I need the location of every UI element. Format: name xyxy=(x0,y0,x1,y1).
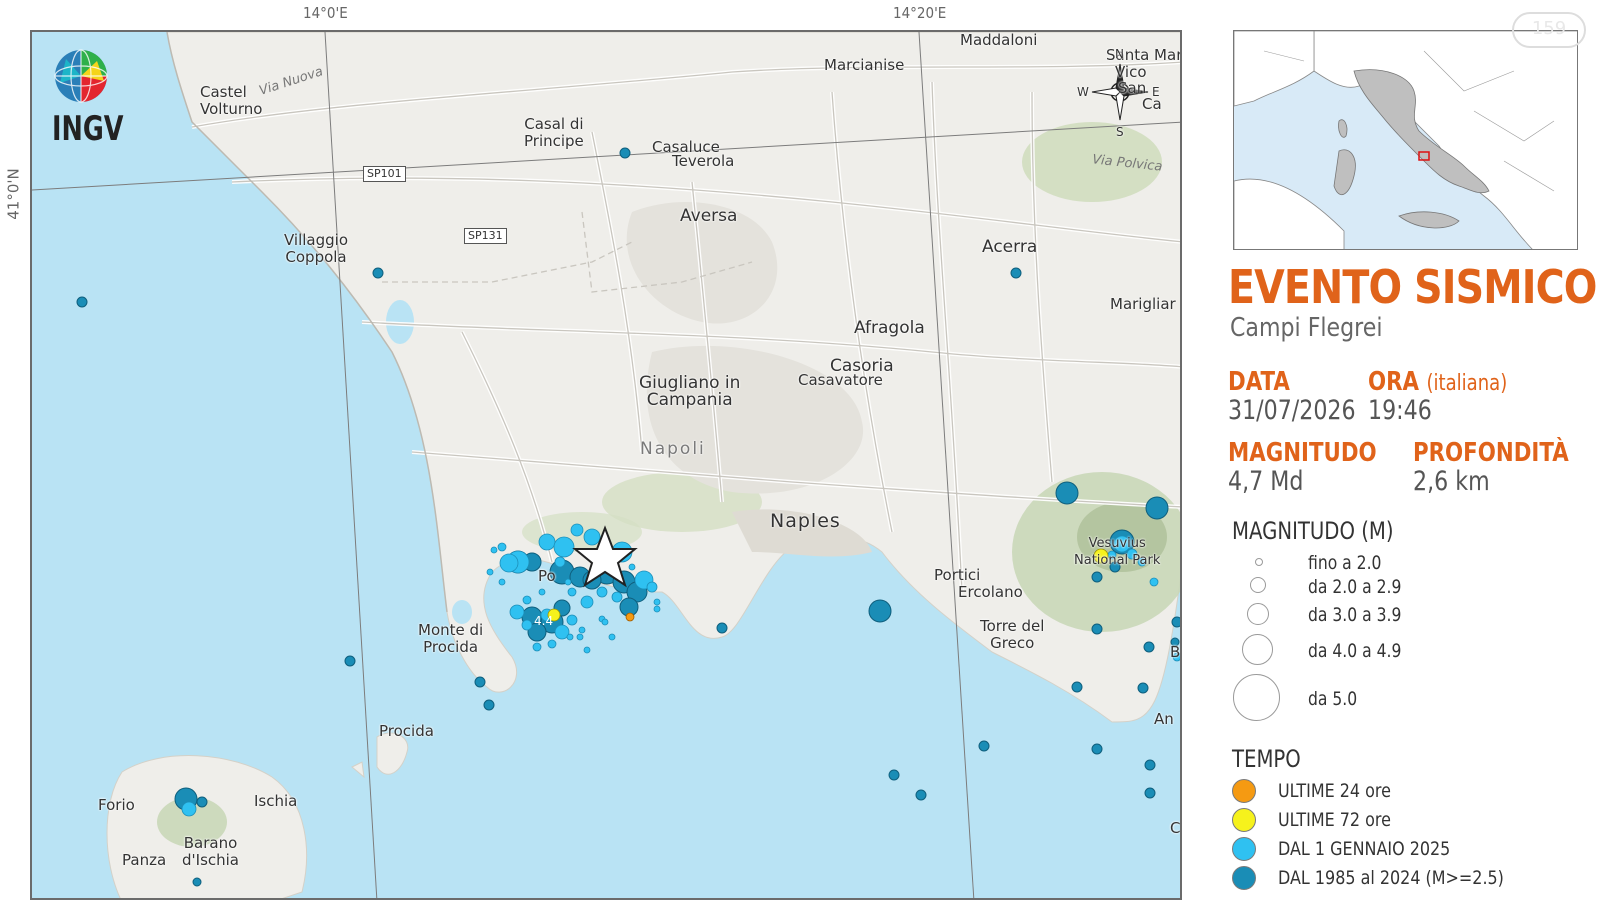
date-label: DATA xyxy=(1228,367,1290,397)
magnitude-class-label: da 3.0 a 3.9 xyxy=(1308,604,1402,626)
events-24h xyxy=(625,612,635,622)
date-block: DATA 31/07/2026 xyxy=(1228,367,1356,426)
compass-n-label: N xyxy=(1115,47,1124,61)
label-marigliano: Marigliar xyxy=(1110,295,1176,313)
label-barano: Barano d'Ischia xyxy=(182,834,239,869)
magnitude-class-label: da 4.0 a 4.9 xyxy=(1308,640,1402,662)
label-torre-del-greco: Torre del Greco xyxy=(980,617,1045,652)
depth-label: PROFONDITÀ xyxy=(1413,438,1569,468)
time-value: 19:46 xyxy=(1368,395,1432,426)
time-class-label: DAL 1985 al 2024 (M>=2.5) xyxy=(1278,867,1504,889)
seismic-map[interactable]: Castel Volturno Via Nuova Casal di Princ… xyxy=(30,30,1182,900)
magnitude-class-4: da 4.0 a 4.9 xyxy=(1228,633,1588,673)
time-swatch xyxy=(1232,808,1256,832)
lon-label-14-0: 14°0'E xyxy=(303,4,348,22)
compass-s-label: S xyxy=(1116,125,1124,139)
label-vesuvius: Vesuvius National Park xyxy=(1074,536,1161,568)
label-acerra: Acerra xyxy=(982,237,1038,257)
label-naples: Naples xyxy=(770,510,841,532)
label-b: B xyxy=(1170,643,1181,661)
magnitude-value: 4,7 Md xyxy=(1228,466,1304,497)
inset-locator-map xyxy=(1233,30,1578,250)
globe-icon xyxy=(54,49,108,103)
time-class-24h: ULTIME 24 ore xyxy=(1232,777,1592,805)
label-monte-di-procida: Monte di Procida xyxy=(418,621,484,656)
ingv-logo[interactable]: INGV xyxy=(52,47,124,157)
magnitude-symbol xyxy=(1247,603,1269,625)
label-casavatore: Casavatore xyxy=(798,371,883,389)
label-napoli: Napoli xyxy=(640,439,706,459)
label-ischia: Ischia xyxy=(254,792,298,810)
label-procida: Procida xyxy=(379,722,434,740)
map-canvas xyxy=(32,32,1180,898)
event-info-panel: EVENTO SISMICO Campi Flegrei DATA 31/07/… xyxy=(1228,255,1597,900)
label-aversa: Aversa xyxy=(680,206,738,226)
magnitude-legend-title: MAGNITUDO (M) xyxy=(1232,517,1394,545)
label-afragola: Afragola xyxy=(854,318,925,338)
event-title: EVENTO SISMICO xyxy=(1228,260,1597,314)
road-badge-sp131: SP131 xyxy=(464,228,507,244)
time-legend-title: TEMPO xyxy=(1232,745,1301,773)
time-label: ORA (italiana) xyxy=(1368,367,1508,397)
watermark-logo: 159 xyxy=(1512,12,1586,48)
label-c: C xyxy=(1170,819,1181,837)
label-panza: Panza xyxy=(122,851,167,869)
magnitude-class-label: da 2.0 a 2.9 xyxy=(1308,576,1402,598)
time-block: ORA (italiana) 19:46 xyxy=(1368,367,1507,426)
time-swatch xyxy=(1232,779,1256,803)
magnitude-class-label: fino a 2.0 xyxy=(1308,552,1382,574)
time-class-label: ULTIME 24 ore xyxy=(1278,780,1391,802)
time-note: (italiana) xyxy=(1426,371,1508,396)
magnitude-symbol xyxy=(1242,634,1273,665)
date-value: 31/07/2026 xyxy=(1228,395,1356,426)
event-magnitude-label: 4.4 xyxy=(534,614,554,628)
time-swatch xyxy=(1232,837,1256,861)
magnitude-block: MAGNITUDO 4,7 Md xyxy=(1228,438,1377,497)
event-area: Campi Flegrei xyxy=(1230,313,1383,343)
inset-map-canvas xyxy=(1234,31,1577,249)
magnitude-class-label: da 5.0 xyxy=(1308,688,1358,710)
label-forio: Forio xyxy=(98,796,135,814)
magnitude-symbol xyxy=(1250,577,1266,593)
label-an: An xyxy=(1154,710,1174,728)
time-swatch xyxy=(1232,866,1256,890)
ingv-logo-text: INGV xyxy=(52,109,124,149)
label-casal-di-principe: Casal di Principe xyxy=(524,115,584,150)
time-class-1985-2024: DAL 1985 al 2024 (M>=2.5) xyxy=(1232,864,1592,892)
road-badge-sp101: SP101 xyxy=(363,166,406,182)
label-castel-volturno: Castel Volturno xyxy=(200,83,263,118)
magnitude-class-5: da 5.0 xyxy=(1228,674,1588,721)
magnitude-label: MAGNITUDO xyxy=(1228,438,1377,468)
depth-value: 2,6 km xyxy=(1413,466,1490,497)
compass-w-label: W xyxy=(1077,85,1089,99)
label-villaggio-coppola: Villaggio Coppola xyxy=(284,231,349,266)
lon-label-14-20: 14°20'E xyxy=(893,4,947,22)
magnitude-symbol xyxy=(1233,674,1280,721)
label-portici: Portici xyxy=(934,566,981,584)
time-class-label: ULTIME 72 ore xyxy=(1278,809,1391,831)
compass-e-label: E xyxy=(1152,85,1160,99)
lat-label-41-0: 41°0'N xyxy=(4,168,23,220)
magnitude-symbol xyxy=(1255,558,1263,566)
label-pozzuoli: Po xyxy=(538,567,556,585)
label-giugliano: Giugliano in Campania xyxy=(639,373,741,410)
label-maddaloni: Maddaloni xyxy=(960,31,1038,49)
label-teverola: Teverola xyxy=(672,152,735,170)
label-marcianise: Marcianise xyxy=(824,56,905,74)
depth-block: PROFONDITÀ 2,6 km xyxy=(1413,438,1569,497)
time-class-72h: ULTIME 72 ore xyxy=(1232,806,1592,834)
label-ercolano: Ercolano xyxy=(958,583,1023,601)
time-class-label: DAL 1 GENNAIO 2025 xyxy=(1278,838,1451,860)
time-class-2025: DAL 1 GENNAIO 2025 xyxy=(1232,835,1592,863)
